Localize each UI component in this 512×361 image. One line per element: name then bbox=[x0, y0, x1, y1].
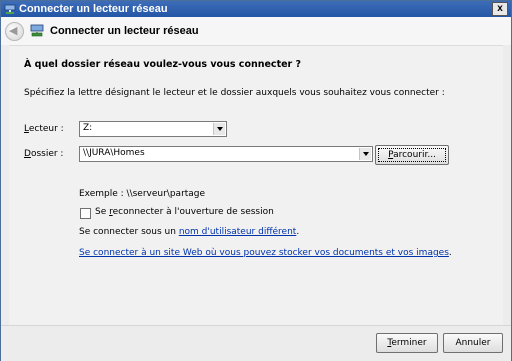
example-text: Exemple : \\serveur\partage bbox=[79, 189, 206, 199]
reconnect-checkbox[interactable] bbox=[80, 208, 91, 219]
drive-value: Z: bbox=[83, 123, 93, 133]
back-button[interactable]: ◀ bbox=[5, 22, 24, 41]
other-user-link[interactable]: nom d'utilisateur différent bbox=[179, 227, 297, 237]
close-button[interactable]: x bbox=[492, 2, 508, 16]
title-bar[interactable]: Connecter un lecteur réseau x bbox=[1, 1, 511, 17]
cancel-button[interactable]: Annuler bbox=[443, 333, 503, 353]
reconnect-label[interactable]: Se reconnecter à l'ouverture de session bbox=[95, 207, 274, 217]
finish-button[interactable]: Terminer bbox=[376, 333, 438, 353]
back-arrow-icon: ◀ bbox=[9, 24, 18, 37]
browse-button[interactable]: Parcourir... bbox=[375, 145, 449, 165]
window-title: Connecter un lecteur réseau bbox=[19, 3, 168, 15]
drive-label: Lecteur : bbox=[24, 124, 64, 134]
header-bar: ◀ Connecter un lecteur réseau bbox=[1, 17, 511, 45]
website-link[interactable]: Se connecter à un site Web où vous pouve… bbox=[79, 248, 449, 258]
dialog-window: Connecter un lecteur réseau x ◀ Connecte… bbox=[0, 0, 512, 361]
folder-label: Dossier : bbox=[24, 149, 64, 159]
folder-value: \\JURA\Homes bbox=[83, 148, 145, 158]
instructions-text: Spécifiez la lettre désignant le lecteur… bbox=[24, 88, 445, 98]
dialog-client: ◀ Connecter un lecteur réseau À quel dos… bbox=[1, 17, 511, 361]
chevron-down-icon[interactable] bbox=[359, 148, 371, 160]
header-title: Connecter un lecteur réseau bbox=[50, 25, 199, 37]
question-heading: À quel dossier réseau voulez-vous vous c… bbox=[24, 59, 302, 70]
drive-select[interactable]: Z: bbox=[79, 121, 227, 137]
network-drive-icon bbox=[30, 24, 44, 37]
website-line: Se connecter à un site Web où vous pouve… bbox=[79, 248, 452, 258]
network-drive-icon bbox=[4, 4, 16, 14]
other-user-line: Se connecter sous un nom d'utilisateur d… bbox=[79, 227, 300, 237]
folder-input[interactable]: \\JURA\Homes bbox=[79, 146, 373, 162]
chevron-down-icon[interactable] bbox=[213, 123, 225, 135]
